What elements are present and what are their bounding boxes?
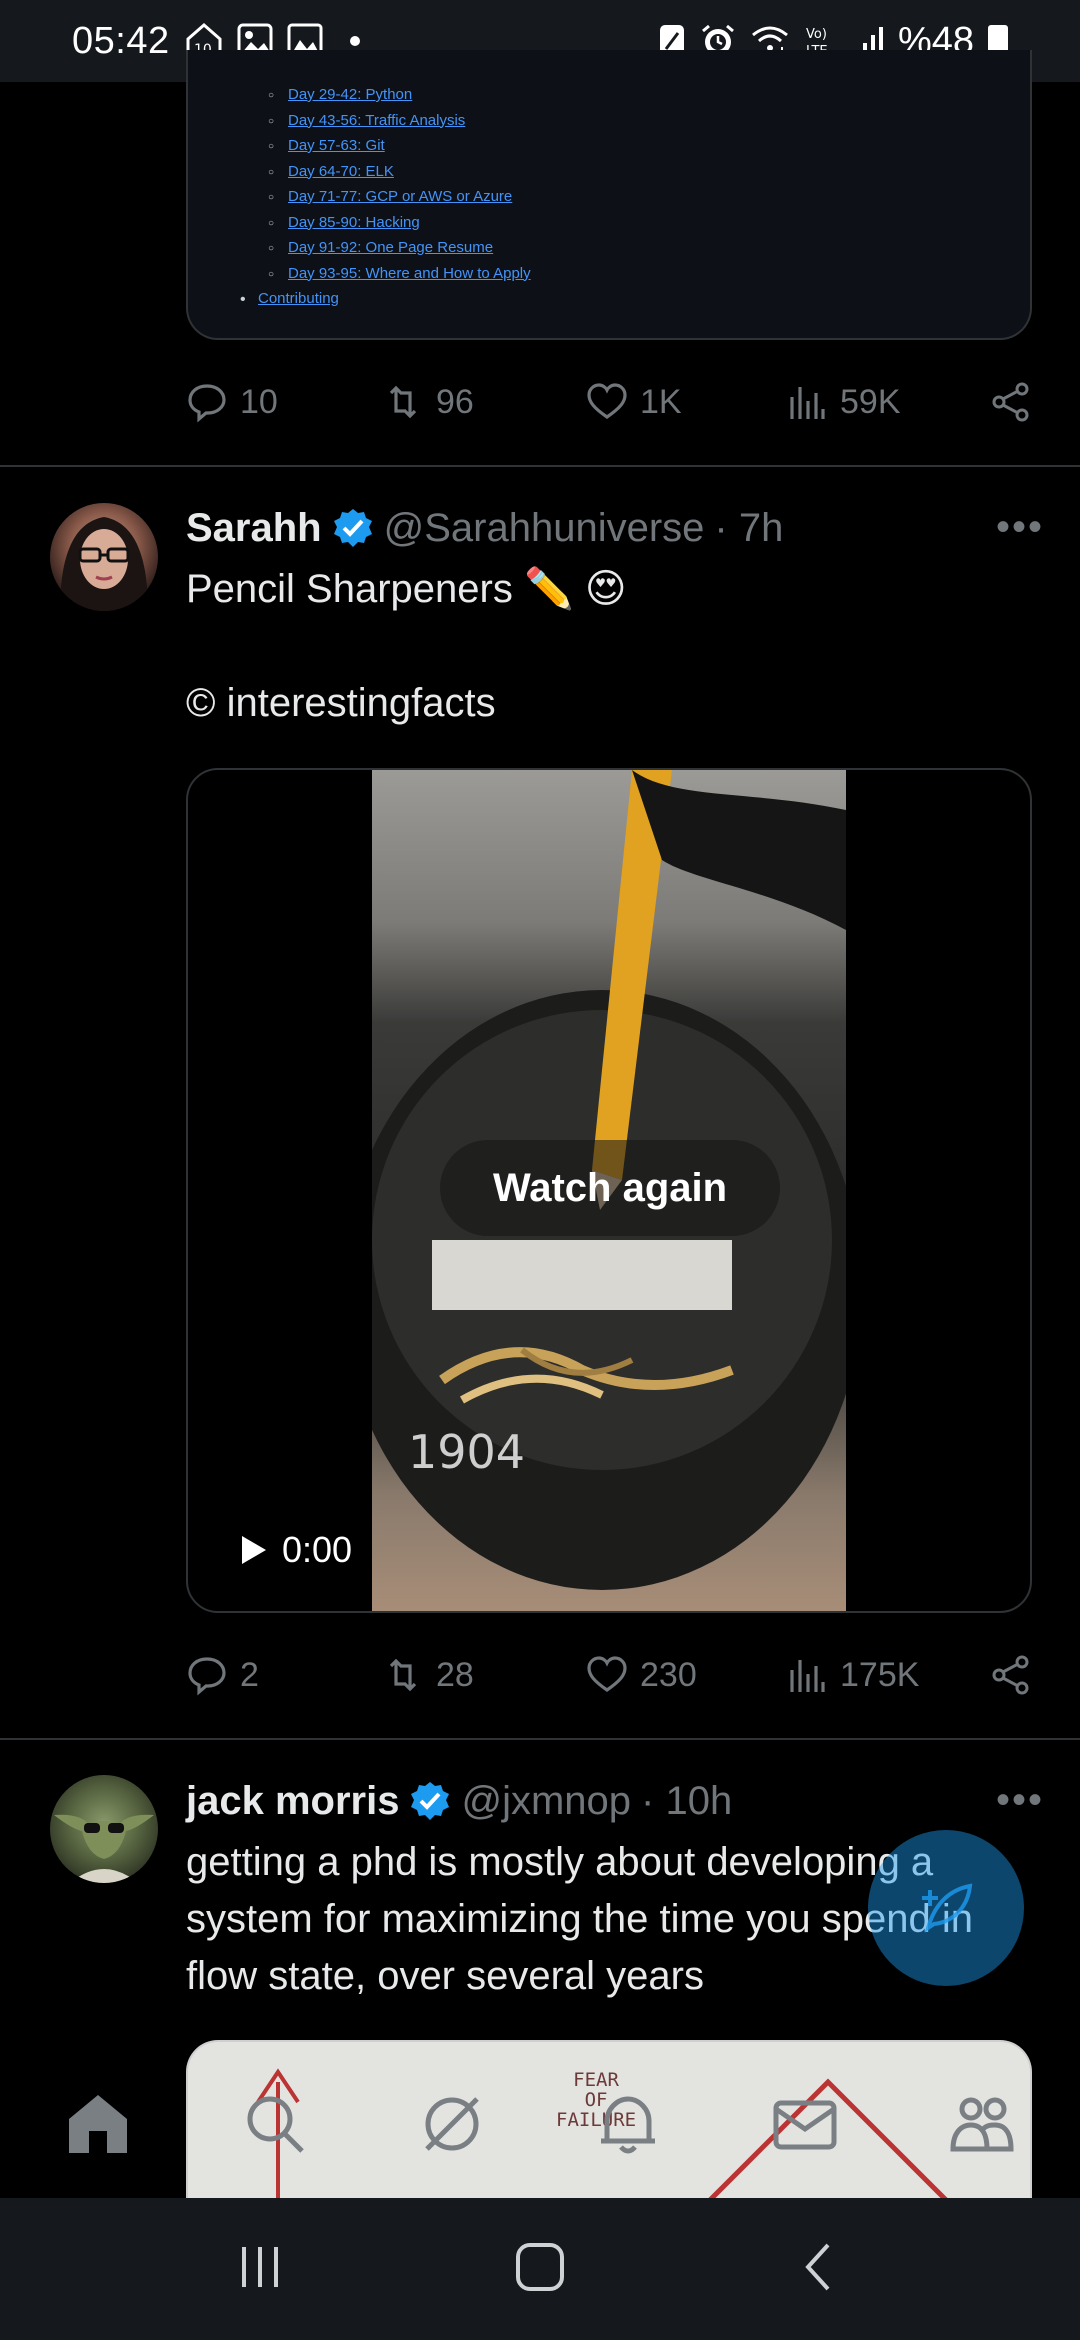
reply-count: 10	[240, 382, 278, 421]
tweet-time: · 10h	[641, 1778, 733, 1823]
communities-icon	[950, 2097, 1014, 2152]
status-time: 05:42	[72, 19, 170, 62]
readme-list: Day 29-42: Python Day 43-56: Traffic Ana…	[228, 82, 990, 312]
tweet-text: Pencil Sharpeners ✏️ 😍 © interestingfact…	[186, 567, 627, 725]
video-overlay-number: 1904	[408, 1425, 526, 1479]
compose-button[interactable]	[868, 1830, 1024, 1986]
compose-feather-icon	[922, 1883, 973, 1933]
readme-item[interactable]: Day 43-56: Traffic Analysis	[228, 108, 990, 133]
heart-icon	[587, 1656, 627, 1692]
repost-icon	[389, 1658, 417, 1692]
nav-search[interactable]	[240, 2089, 310, 2159]
like-count: 1K	[640, 382, 682, 421]
reply-icon	[188, 1657, 226, 1696]
reply-button[interactable]: 10	[186, 381, 278, 423]
avatar-photo	[54, 1814, 154, 1883]
repost-button[interactable]: 96	[382, 381, 474, 423]
tweet-divider	[0, 1738, 1080, 1740]
dot-icon	[349, 36, 360, 46]
readme-item[interactable]: Day 71-77: GCP or AWS or Azure	[228, 184, 990, 210]
readme-item-contributing[interactable]: Contributing	[228, 286, 990, 312]
video-timestamp[interactable]: 0:00	[218, 1520, 367, 1580]
nav-notifications[interactable]	[593, 2089, 663, 2159]
readme-item[interactable]: Day 93-95: Where and How to Apply	[228, 261, 990, 286]
views-icon	[790, 1660, 825, 1692]
link-preview-card[interactable]: Day 29-42: Python Day 43-56: Traffic Ana…	[186, 50, 1032, 340]
repost-count: 96	[436, 382, 474, 421]
views-button[interactable]: 175K	[786, 1654, 919, 1696]
bottom-navigation	[0, 2050, 1080, 2198]
home-system-button[interactable]	[510, 2237, 570, 2302]
author-handle[interactable]: @Sarahhuniverse	[384, 506, 705, 551]
video-time: 0:00	[282, 1529, 353, 1570]
readme-item[interactable]: Day 64-70: ELK	[228, 159, 990, 184]
back-chevron-icon	[805, 2243, 830, 2290]
views-button[interactable]: 59K	[786, 381, 901, 423]
nav-messages[interactable]	[770, 2089, 840, 2159]
tweet-actions: 10 96 1K 59K	[186, 372, 1032, 432]
nav-grok[interactable]	[417, 2089, 487, 2159]
share-button[interactable]	[990, 381, 1032, 423]
reply-button[interactable]: 2	[186, 1654, 259, 1696]
verified-badge-icon	[333, 509, 372, 547]
tweet-time: · 7h	[714, 505, 784, 550]
author-name[interactable]: jack morris	[186, 1779, 399, 1824]
recent-apps-button[interactable]	[230, 2237, 290, 2302]
grok-icon	[424, 2097, 479, 2151]
tweet-video[interactable]: 1904 Watch again 0:00	[186, 768, 1032, 1613]
tweet-header: Sarahh @Sarahhuniverse · 7h	[186, 503, 783, 553]
reply-count: 2	[240, 1655, 259, 1694]
more-options-icon[interactable]: •••	[996, 1778, 1044, 1823]
back-button[interactable]	[790, 2237, 850, 2302]
share-icon	[992, 382, 1029, 422]
nav-home[interactable]	[63, 2089, 133, 2159]
readme-item[interactable]: Day 85-90: Hacking	[228, 210, 990, 235]
share-icon	[992, 1655, 1029, 1695]
repost-button[interactable]: 28	[382, 1654, 474, 1696]
search-icon	[247, 2096, 304, 2153]
views-count: 59K	[840, 382, 901, 421]
tweet-divider	[0, 465, 1080, 467]
repost-icon	[389, 385, 417, 419]
system-navigation	[0, 2198, 1080, 2340]
tweet-header: jack morris @jxmnop · 10h	[186, 1776, 732, 1826]
avatar[interactable]	[50, 1775, 158, 1883]
share-button[interactable]	[990, 1654, 1032, 1696]
tweet-actions: 2 28 230 175K	[186, 1645, 1032, 1705]
repost-count: 28	[436, 1655, 474, 1694]
watch-again-button[interactable]: Watch again	[440, 1140, 780, 1236]
home-square-icon	[516, 2242, 564, 2291]
more-options-icon[interactable]: •••	[996, 505, 1044, 550]
mail-icon	[773, 2100, 837, 2150]
play-icon	[242, 1536, 266, 1564]
readme-item[interactable]: Day 29-42: Python	[228, 82, 990, 108]
reply-icon	[188, 384, 226, 423]
like-button[interactable]: 230	[586, 1654, 697, 1696]
heart-icon	[587, 383, 627, 419]
home-icon	[69, 2095, 128, 2153]
views-icon	[790, 387, 825, 419]
svg-text:Vo): Vo)	[806, 27, 827, 42]
avatar[interactable]	[50, 503, 158, 611]
recents-icon	[242, 2246, 278, 2287]
views-count: 175K	[840, 1655, 920, 1694]
verified-badge-icon	[411, 1782, 450, 1820]
readme-item[interactable]: Day 57-63: Git	[228, 133, 990, 159]
nav-communities[interactable]	[947, 2089, 1017, 2159]
readme-item[interactable]: Day 91-92: One Page Resume	[228, 235, 990, 261]
author-name[interactable]: Sarahh	[186, 506, 322, 551]
bell-icon	[601, 2096, 656, 2154]
like-button[interactable]: 1K	[586, 381, 682, 423]
like-count: 230	[640, 1655, 697, 1694]
avatar-photo	[60, 517, 148, 611]
author-handle[interactable]: @jxmnop	[461, 1779, 631, 1824]
